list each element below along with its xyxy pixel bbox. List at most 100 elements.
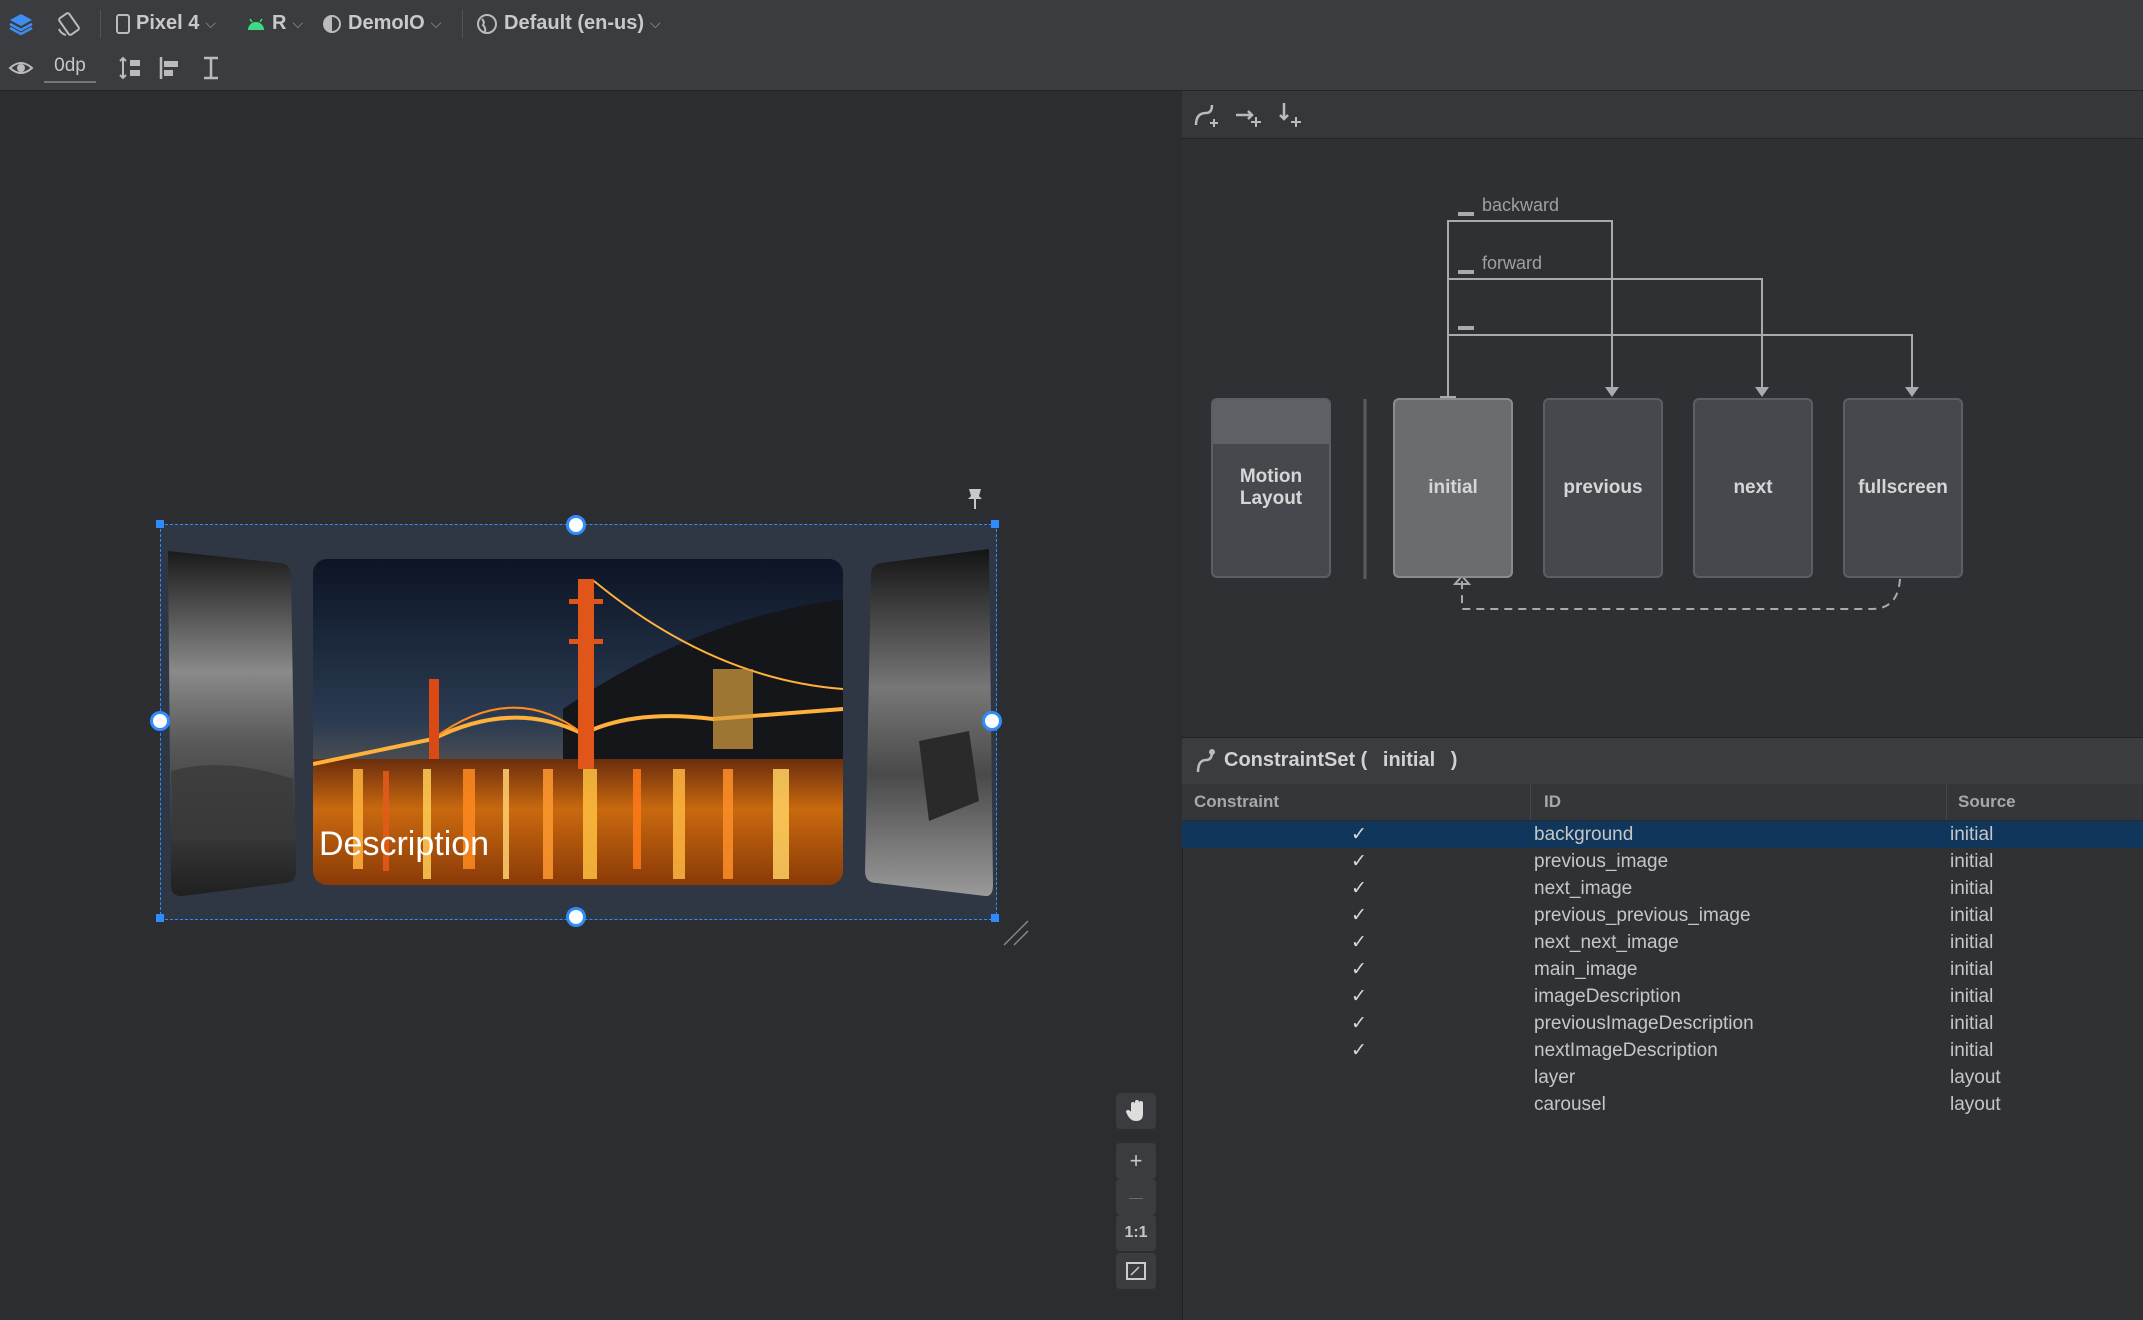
resize-handle-bottom-right[interactable]	[991, 914, 999, 922]
row-source: initial	[1950, 905, 1994, 926]
check-icon: ✓	[1351, 986, 1367, 1007]
check-icon: ✓	[1351, 932, 1367, 953]
theme-icon	[323, 14, 341, 33]
theme-label: DemoIO	[348, 12, 425, 34]
theme-selector[interactable]: DemoIO ⌵	[322, 0, 441, 47]
state-fullscreen[interactable]: fullscreen	[1843, 398, 1963, 578]
transition-dash	[1458, 270, 1474, 274]
check-icon: ✓	[1351, 1013, 1367, 1034]
column-divider[interactable]	[1946, 784, 1947, 820]
state-initial-label: initial	[1428, 477, 1478, 498]
state-next[interactable]: next	[1693, 398, 1813, 578]
resize-handle-top-left[interactable]	[156, 520, 164, 528]
transition-label-forward[interactable]: forward	[1482, 253, 1542, 274]
create-transition-icon[interactable]	[1192, 101, 1220, 134]
row-id: carousel	[1534, 1094, 1606, 1115]
zoom-in-button[interactable]: +	[1116, 1143, 1156, 1179]
constraintset-icon	[1194, 748, 1218, 779]
table-row[interactable]: layer layout	[1182, 1064, 2143, 1091]
row-id: main_image	[1534, 959, 1638, 980]
table-row[interactable]: ✓ next_next_image initial	[1182, 929, 2143, 956]
top-toolbar: Pixel 4 ⌵ R ⌵ DemoIO ⌵ Default (en-us) ⌵	[0, 0, 2143, 48]
chevron-down-icon: ⌵	[650, 15, 661, 31]
row-id: background	[1534, 824, 1634, 845]
transition-dash[interactable]	[1458, 326, 1474, 330]
row-source: initial	[1950, 932, 1994, 953]
resize-corner-icon[interactable]	[1000, 917, 1030, 952]
table-row[interactable]: ✓ main_image initial	[1182, 956, 2143, 983]
eye-icon[interactable]	[8, 57, 34, 84]
table-row[interactable]: ✓ imageDescription initial	[1182, 983, 2143, 1010]
api-label: R	[272, 12, 287, 34]
column-id[interactable]: ID	[1544, 784, 1561, 820]
default-margin-field[interactable]: 0dp	[44, 53, 96, 83]
state-previous[interactable]: previous	[1543, 398, 1663, 578]
column-divider[interactable]	[1530, 784, 1531, 820]
row-id: next_image	[1534, 878, 1633, 899]
orientation-icon[interactable]	[56, 0, 88, 47]
anchor-bottom[interactable]	[566, 907, 586, 927]
constraint-table: ✓ background initial ✓ previous_image initia…	[1182, 821, 2143, 1118]
pin-icon[interactable]	[966, 487, 984, 516]
create-onclick-icon[interactable]	[1234, 103, 1262, 134]
constraintset-name: initial	[1382, 749, 1436, 771]
column-source[interactable]: Source	[1958, 784, 2016, 820]
device-selector[interactable]: Pixel 4 ⌵	[116, 0, 216, 47]
create-onswipe-icon[interactable]	[1276, 101, 1304, 134]
layout-toolbar: 0dp	[0, 47, 2143, 91]
zoom-out-button[interactable]: —	[1116, 1179, 1156, 1215]
anchor-top[interactable]	[566, 515, 586, 535]
table-row[interactable]: ✓ previous_image initial	[1182, 848, 2143, 875]
constraint-table-header: Constraint ID Source	[1182, 784, 2143, 821]
zoom-actual-size-button[interactable]: 1:1	[1116, 1215, 1156, 1251]
row-source: layout	[1950, 1094, 2001, 1115]
device-preview[interactable]: Description	[160, 524, 997, 920]
baseline-icon[interactable]	[198, 55, 224, 86]
state-fullscreen-label: fullscreen	[1858, 477, 1948, 498]
table-row[interactable]: ✓ background initial	[1182, 821, 2143, 848]
row-id: previousImageDescription	[1534, 1013, 1754, 1034]
row-source: initial	[1950, 1013, 1994, 1034]
row-source: initial	[1950, 986, 1994, 1007]
anchor-left[interactable]	[150, 711, 170, 731]
image-description[interactable]: Description	[319, 825, 489, 864]
constraintset-title: ConstraintSet ( initial )	[1224, 749, 1457, 772]
transition-dash	[1458, 212, 1474, 216]
check-icon: ✓	[1351, 824, 1367, 845]
row-id: previous_image	[1534, 851, 1669, 872]
row-id: previous_previous_image	[1534, 905, 1751, 926]
previous-image[interactable]	[163, 541, 298, 901]
layers-icon[interactable]	[8, 0, 40, 47]
table-row[interactable]: ✓ nextImageDescription initial	[1182, 1037, 2143, 1064]
row-id: layer	[1534, 1067, 1576, 1088]
constraintset-header: ConstraintSet ( initial )	[1182, 737, 2143, 786]
table-row[interactable]: ✓ previousImageDescription initial	[1182, 1010, 2143, 1037]
device-label: Pixel 4	[136, 12, 200, 34]
chevron-down-icon: ⌵	[430, 15, 442, 31]
table-row[interactable]: ✓ previous_previous_image initial	[1182, 902, 2143, 929]
check-icon: ✓	[1351, 905, 1367, 926]
column-constraint[interactable]: Constraint	[1194, 784, 1279, 820]
table-row[interactable]: carousel layout	[1182, 1091, 2143, 1118]
table-row[interactable]: ✓ next_image initial	[1182, 875, 2143, 902]
constraintset-title-prefix: ConstraintSet (	[1224, 749, 1368, 771]
resize-handle-bottom-left[interactable]	[156, 914, 164, 922]
api-selector[interactable]: R ⌵	[246, 0, 303, 47]
resize-handle-top-right[interactable]	[991, 520, 999, 528]
locale-selector[interactable]: Default (en-us) ⌵	[476, 0, 661, 47]
state-motion-layout[interactable]: Motion Layout	[1211, 398, 1331, 578]
android-icon	[248, 18, 264, 30]
chevron-down-icon: ⌵	[205, 15, 217, 31]
transition-label-backward[interactable]: backward	[1482, 195, 1559, 216]
fit-screen-icon[interactable]	[1116, 1253, 1156, 1289]
design-canvas[interactable]: Description + — 1:1	[0, 91, 1180, 1320]
align-left-icon[interactable]	[158, 55, 184, 86]
check-icon: ✓	[1351, 1040, 1367, 1061]
motion-layout-header	[1213, 400, 1329, 444]
pack-vertical-icon[interactable]	[118, 55, 144, 86]
anchor-right[interactable]	[982, 711, 1002, 731]
hand-icon[interactable]	[1116, 1093, 1156, 1129]
next-image[interactable]	[859, 541, 994, 901]
state-initial[interactable]: initial	[1393, 398, 1513, 578]
row-source: initial	[1950, 878, 1994, 899]
